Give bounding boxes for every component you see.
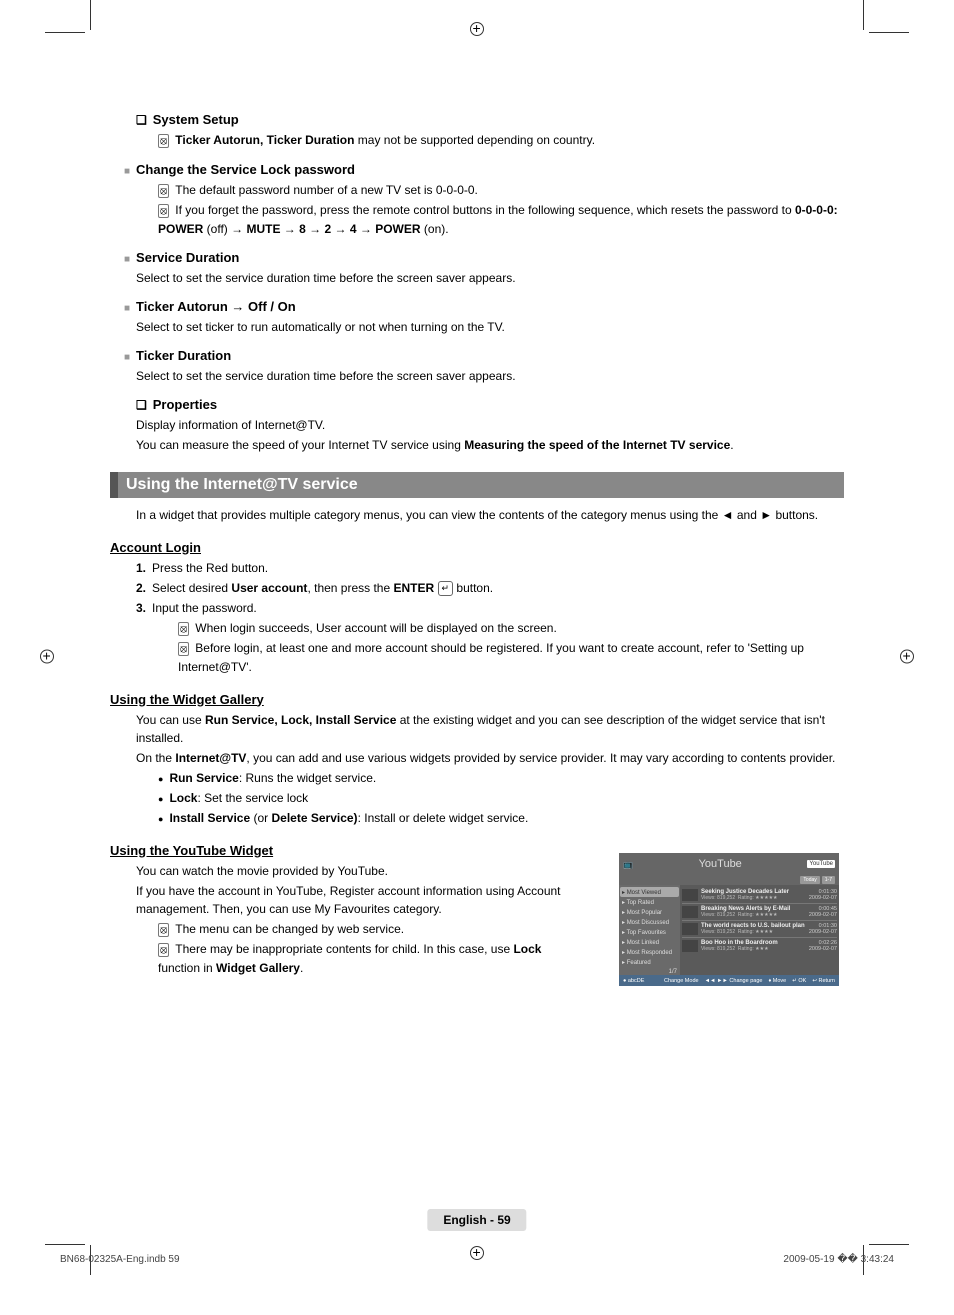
video-thumb-icon bbox=[682, 923, 698, 935]
note-youtube-lock: There may be inappropriate contents for … bbox=[158, 940, 575, 977]
heading-properties: Properties bbox=[136, 397, 844, 412]
desc-using-internet-tv: In a widget that provides multiple categ… bbox=[136, 506, 844, 524]
print-timestamp: 2009-05-19 �� 3:43:24 bbox=[783, 1254, 894, 1265]
tv-icon: 📺 bbox=[623, 860, 633, 869]
desc-ticker-autorun: Select to set ticker to run automaticall… bbox=[136, 318, 844, 336]
desc-ticker-duration: Select to set the service duration time … bbox=[136, 367, 844, 385]
youtube-footer: ● abcDE Change Mode ◄◄ ►► Change page ♦ … bbox=[619, 975, 839, 986]
youtube-side-most-discussed[interactable]: ▸ Most Discussed bbox=[622, 917, 677, 927]
note-ticker-support: Ticker Autorun, Ticker Duration may not … bbox=[158, 131, 844, 150]
youtube-logo: YouTube bbox=[807, 860, 835, 868]
step-2: 2.Select desired User account, then pres… bbox=[136, 579, 844, 597]
youtube-side-most-popular[interactable]: ▸ Most Popular bbox=[622, 907, 677, 917]
bullet-run-service: Run Service: Runs the widget service. bbox=[158, 769, 844, 787]
page-number: English - 59 bbox=[427, 1209, 526, 1231]
video-thumb-icon bbox=[682, 940, 698, 952]
step-1: 1.Press the Red button. bbox=[136, 559, 844, 577]
desc-properties-1: Display information of Internet@TV. bbox=[136, 416, 844, 434]
desc-widget-gallery-1: You can use Run Service, Lock, Install S… bbox=[136, 711, 844, 747]
heading-account-login: Account Login bbox=[110, 540, 844, 555]
desc-youtube-1: You can watch the movie provided by YouT… bbox=[136, 862, 575, 880]
heading-system-setup: System Setup bbox=[136, 112, 844, 127]
bullet-lock: Lock: Set the service lock bbox=[158, 789, 844, 807]
youtube-title: YouTube bbox=[633, 858, 807, 870]
youtube-sidebar: ▸ Most Viewed ▸ Top Rated ▸ Most Popular… bbox=[619, 885, 680, 975]
youtube-video-list: Seeking Justice Decades LaterViews: 819,… bbox=[680, 885, 839, 975]
step-3: 3.Input the password. bbox=[136, 599, 844, 617]
youtube-side-most-responded[interactable]: ▸ Most Responded bbox=[622, 947, 677, 957]
youtube-side-most-viewed[interactable]: ▸ Most Viewed bbox=[620, 887, 679, 897]
youtube-video-row[interactable]: Boo Hoo in the BoardroomViews: 819,252 R… bbox=[682, 938, 837, 954]
youtube-widget-preview: 📺 YouTube YouTube Today 1-7 ▸ Most Viewe… bbox=[619, 853, 839, 978]
video-thumb-icon bbox=[682, 906, 698, 918]
youtube-tab-today[interactable]: Today bbox=[800, 876, 819, 884]
print-filename: BN68-02325A-Eng.indb 59 bbox=[60, 1254, 180, 1265]
note-login-success: When login succeeds, User account will b… bbox=[178, 619, 844, 638]
video-thumb-icon bbox=[682, 889, 698, 901]
youtube-tab-range[interactable]: 1-7 bbox=[822, 876, 835, 884]
desc-properties-2: You can measure the speed of your Intern… bbox=[136, 436, 844, 454]
desc-youtube-2: If you have the account in YouTube, Regi… bbox=[136, 882, 575, 918]
youtube-side-top-favourites[interactable]: ▸ Top Favourites bbox=[622, 927, 677, 937]
heading-using-internet-tv: Using the Internet@TV service bbox=[110, 472, 844, 498]
note-reset-password: If you forget the password, press the re… bbox=[158, 201, 844, 238]
heading-change-password: Change the Service Lock password bbox=[124, 162, 844, 177]
heading-ticker-autorun: Ticker Autorun → Off / On bbox=[124, 299, 844, 314]
heading-ticker-duration: Ticker Duration bbox=[124, 348, 844, 363]
note-before-login: Before login, at least one and more acco… bbox=[178, 639, 844, 676]
youtube-page-count: 1/7 bbox=[622, 967, 677, 976]
youtube-video-row[interactable]: Breaking News Alerts by E-MailViews: 819… bbox=[682, 904, 837, 921]
heading-service-duration: Service Duration bbox=[124, 250, 844, 265]
note-youtube-menu: The menu can be changed by web service. bbox=[158, 920, 575, 939]
youtube-side-top-rated[interactable]: ▸ Top Rated bbox=[622, 897, 677, 907]
note-default-password: The default password number of a new TV … bbox=[158, 181, 844, 200]
youtube-video-row[interactable]: The world reacts to U.S. bailout planVie… bbox=[682, 921, 837, 938]
desc-service-duration: Select to set the service duration time … bbox=[136, 269, 844, 287]
youtube-video-row[interactable]: Seeking Justice Decades LaterViews: 819,… bbox=[682, 887, 837, 904]
desc-widget-gallery-2: On the Internet@TV, you can add and use … bbox=[136, 749, 844, 767]
youtube-side-most-linked[interactable]: ▸ Most Linked bbox=[622, 937, 677, 947]
youtube-side-featured[interactable]: ▸ Featured bbox=[622, 957, 677, 967]
heading-widget-gallery: Using the Widget Gallery bbox=[110, 692, 844, 707]
bullet-install-service: Install Service (or Delete Service): Ins… bbox=[158, 809, 844, 827]
enter-icon: ↵ bbox=[438, 581, 454, 597]
